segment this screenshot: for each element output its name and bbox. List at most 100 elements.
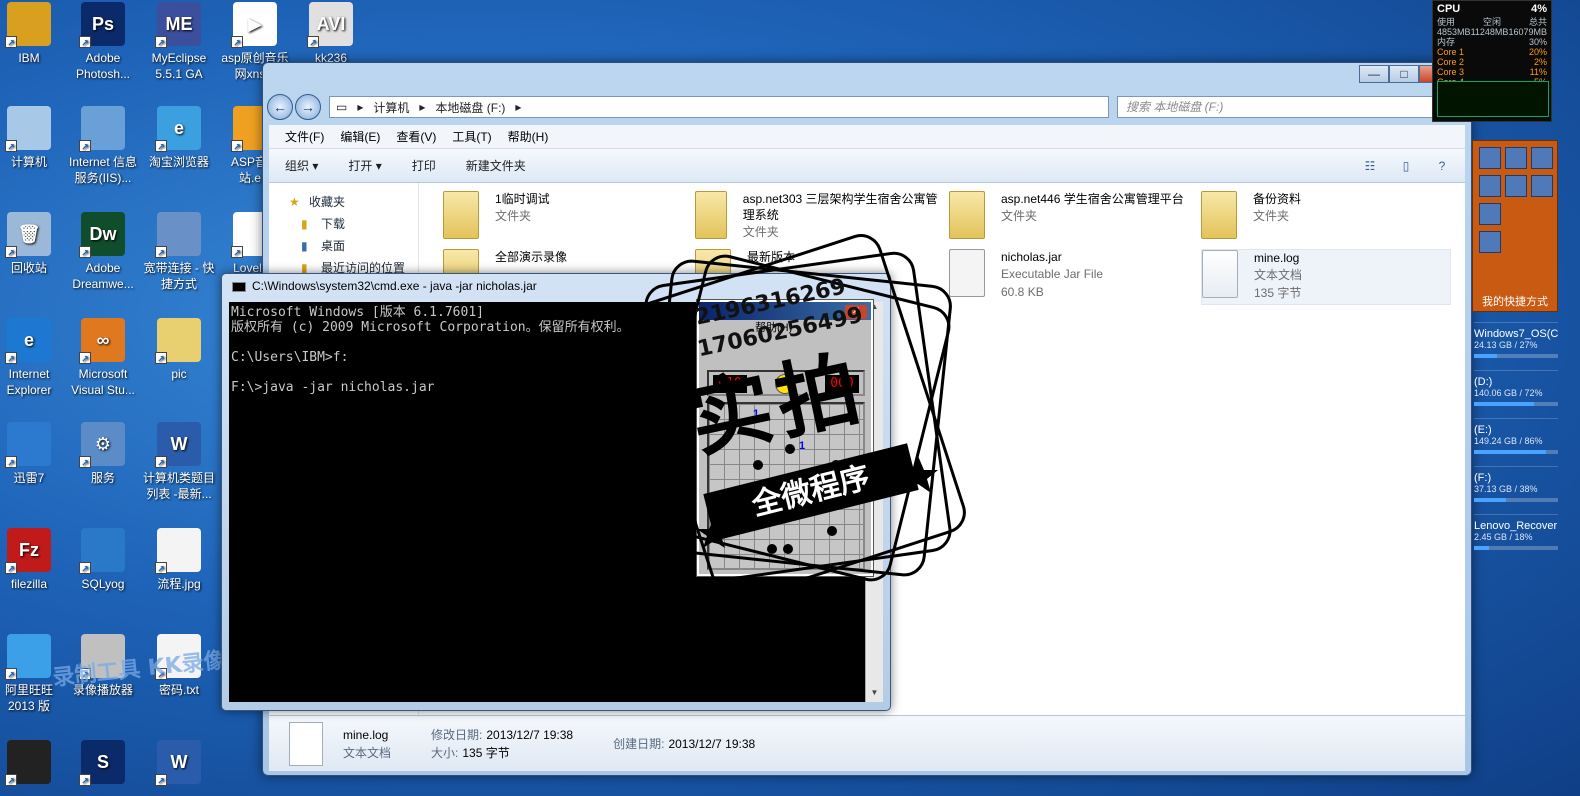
new-folder-button[interactable]: 新建文件夹 [466,157,526,174]
shortcut-icon[interactable] [1505,147,1527,169]
mine-icon [831,460,841,470]
menu-file[interactable]: 文件(F) [285,128,324,145]
app-icon: S ↗ [79,740,125,786]
shortcut-icon[interactable] [1479,175,1501,197]
app-icon: ⚙ ↗ [79,422,125,468]
desktop-icon[interactable]: S ↗ [66,740,140,788]
shortcut-icon[interactable] [1479,203,1501,225]
desktop-icon[interactable]: Fz ↗ filezilla [0,528,66,592]
folder-item[interactable]: asp.net303 三层架构学生宿舍公寓管理系统 文件夹 [695,191,945,247]
drive-entry[interactable]: (F:) 37.13 GB / 38% [1474,466,1558,514]
smiley-face-button[interactable] [775,374,795,394]
view-options-icon[interactable]: ☷ [1361,157,1379,175]
shortcut-arrow-icon: ↗ [5,352,17,364]
drive-usage-bar [1474,546,1558,550]
breadcrumb-computer[interactable]: 计算机 [373,99,409,116]
menu-view[interactable]: 查看(V) [396,128,436,145]
file-name: asp.net446 学生宿舍公寓管理平台 [1001,192,1184,206]
desktop-icon[interactable]: ↗ Internet 信息服务(IIS)... [66,106,140,186]
desktop-icon[interactable]: ↗ 计算机 [0,106,66,170]
desktop-icon[interactable]: Ps ↗ Adobe Photosh... [66,2,140,82]
minimize-button[interactable]: — [1359,65,1389,83]
app-icon: 🗑 ↗ [5,212,51,258]
nav-downloads[interactable]: ▮ 下载 [269,213,418,235]
shortcut-arrow-icon: ↗ [5,456,17,468]
console-icon [232,281,246,292]
details-name-col: mine.log 文本文档 [343,726,391,762]
drive-usage-bar [1474,402,1558,406]
desktop-icon-label: Internet Explorer [6,367,52,397]
desktop-icon[interactable]: e ↗ 淘宝浏览器 [142,106,216,170]
desktop-icon[interactable]: ↗ pic [142,318,216,382]
breadcrumb-drive[interactable]: 本地磁盘 (F:) [435,99,505,116]
shortcut-icon[interactable] [1531,147,1553,169]
menu-tools[interactable]: 工具(T) [452,128,491,145]
cpu-percent: 4% [1531,3,1547,15]
folder-item[interactable]: asp.net446 学生宿舍公寓管理平台 文件夹 [949,191,1199,247]
core-name: Core 2 [1437,57,1465,67]
desktop-icon[interactable]: W ↗ [142,740,216,788]
desktop-icon[interactable]: ↗ [0,740,66,788]
drive-entry[interactable]: (D:) 140.06 GB / 72% [1474,370,1558,418]
minesweeper-grid[interactable]: 1 1 [707,402,865,570]
desktop-icon-label: 宽带连接 - 快捷方式 [143,261,215,291]
print-button[interactable]: 打印 [412,157,436,174]
desktop-icon[interactable]: ↗ 迅雷7 [0,422,66,486]
minesweeper-menu-help[interactable]: 帮助(H) [699,320,871,336]
file-name: asp.net303 三层架构学生宿舍公寓管理系统 [742,192,938,222]
desktop-icon[interactable]: ⚙ ↗ 服务 [66,422,140,486]
folder-item[interactable]: 1临时调试 文件夹 [443,191,693,247]
menu-edit[interactable]: 编辑(E) [340,128,380,145]
forward-button[interactable]: → [295,94,321,120]
minesweeper-window: ✕ 帮助(H) 010 000 1 1 [696,299,874,577]
desktop-icon[interactable]: e ↗ Internet Explorer [0,318,66,398]
shortcut-icon[interactable] [1479,147,1501,169]
address-bar[interactable]: ▭ ▸ 计算机 ▸ 本地磁盘 (F:) ▸ [329,96,1109,118]
menu-help[interactable]: 帮助(H) [508,128,549,145]
close-icon[interactable]: ✕ [845,305,867,319]
shortcut-arrow-icon: ↗ [155,36,167,48]
desktop-icon[interactable]: ↗ 宽带连接 - 快捷方式 [142,212,216,292]
preview-pane-icon[interactable]: ▯ [1397,157,1415,175]
drive-entry[interactable]: (E:) 149.24 GB / 86% [1474,418,1558,466]
desktop-icon[interactable]: Dw ↗ Adobe Dreamwe... [66,212,140,292]
mem-total-value: 16079MB [1508,27,1547,37]
app-icon: ∞ ↗ [79,318,125,364]
desktop-icon[interactable]: ↗ 流程.jpg [142,528,216,592]
shortcut-icon[interactable] [1531,175,1553,197]
desktop-icon[interactable]: ↗ IBM [0,2,66,66]
timer-counter: 000 [825,375,859,393]
drive-entry[interactable]: Windows7_OS(C 24.13 GB / 27% [1474,322,1558,370]
desktop-icon-label: SQLyog [81,577,125,591]
desktop-icon[interactable]: 🗑 ↗ 回收站 [0,212,66,276]
scroll-down-icon[interactable]: ▼ [866,688,883,702]
back-button[interactable]: ← [267,94,293,120]
desktop-icon[interactable]: AVI ↗ kk236 [294,2,368,66]
drive-entry[interactable]: Lenovo_Recover 2.45 GB / 18% [1474,514,1558,562]
search-input[interactable]: 搜索 本地磁盘 (F:) ⌕ [1117,96,1451,118]
shortcut-arrow-icon: ↗ [5,246,17,258]
nav-favorites[interactable]: ★ 收藏夹 [269,191,418,213]
desktop-icon[interactable]: ↗ SQLyog [66,528,140,592]
mine-icon [767,544,777,554]
app-icon: ▶ ↗ [231,2,277,48]
organize-button[interactable]: 组织 ▾ [285,157,318,174]
app-icon: ↗ [79,106,125,152]
file-item[interactable]: mine.log 文本文档 135 字节 [1201,249,1451,305]
app-icon: ↗ [5,422,51,468]
help-icon[interactable]: ? [1433,157,1451,175]
desktop-icon[interactable]: ME ↗ MyEclipse 5.5.1 GA [142,2,216,82]
open-button[interactable]: 打开 ▾ [348,157,381,174]
file-item[interactable]: nicholas.jar Executable Jar File 60.8 KB [949,249,1199,305]
text-file-icon [1202,250,1238,298]
maximize-button[interactable]: □ [1389,65,1419,83]
desktop-icon[interactable]: ∞ ↗ Microsoft Visual Stu... [66,318,140,398]
drive-usage: 37.13 GB / 38% [1474,484,1538,494]
shortcut-icon[interactable] [1479,231,1501,253]
folder-item[interactable]: 备份资料 文件夹 [1201,191,1451,247]
shortcut-icon[interactable] [1505,175,1527,197]
app-icon: e ↗ [5,318,51,364]
desktop-icon-label: IBM [18,51,40,65]
desktop-icon[interactable]: W ↗ 计算机类题目列表 -最新... [142,422,216,502]
nav-desktop[interactable]: ▮ 桌面 [269,235,418,257]
